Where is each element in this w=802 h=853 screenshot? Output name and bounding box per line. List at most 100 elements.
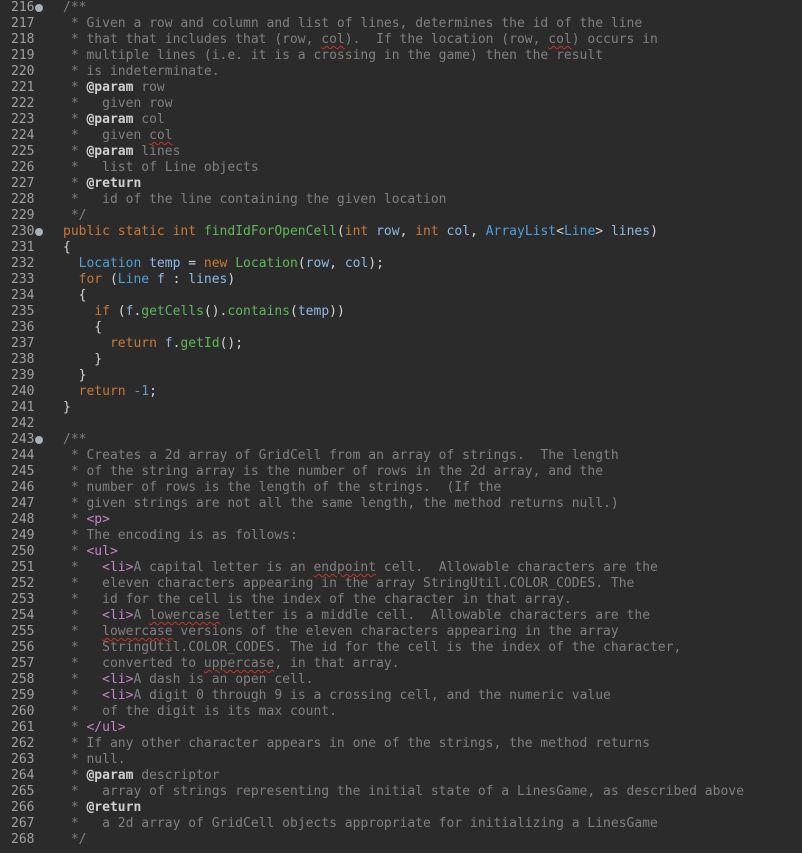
- code-text[interactable]: }: [63, 352, 102, 368]
- code-text[interactable]: Location temp = new Location(row, col);: [63, 256, 384, 272]
- code-text[interactable]: return -1;: [63, 384, 157, 400]
- code-line[interactable]: 260 * of the digit is its max count.: [0, 704, 802, 720]
- code-text[interactable]: * @param col: [63, 112, 165, 128]
- code-text[interactable]: * eleven characters appearing in the arr…: [63, 576, 635, 592]
- code-text[interactable]: * lowercase versions of the eleven chara…: [63, 624, 619, 640]
- code-text[interactable]: * Creates a 2d array of GridCell from an…: [63, 448, 619, 464]
- code-text[interactable]: */: [63, 208, 87, 224]
- code-line[interactable]: 235 if (f.getCells().contains(temp)): [0, 304, 802, 320]
- code-line[interactable]: 240 return -1;: [0, 384, 802, 400]
- code-line[interactable]: 239 }: [0, 368, 802, 384]
- code-text[interactable]: * converted to uppercase, in that array.: [63, 656, 400, 672]
- code-text[interactable]: * If any other character appears in one …: [63, 736, 650, 752]
- code-line[interactable]: 237 return f.getId();: [0, 336, 802, 352]
- code-text[interactable]: * number of rows is the length of the st…: [63, 480, 501, 496]
- code-text[interactable]: * StringUtil.COLOR_CODES. The id for the…: [63, 640, 682, 656]
- code-text[interactable]: for (Line f : lines): [63, 272, 236, 288]
- code-text[interactable]: * @param descriptor: [63, 768, 220, 784]
- code-text[interactable]: * <p>: [63, 512, 110, 528]
- code-line[interactable]: 265 * array of strings representing the …: [0, 784, 802, 800]
- code-line[interactable]: 266 * @return: [0, 800, 802, 816]
- code-line[interactable]: 252 * eleven characters appearing in the…: [0, 576, 802, 592]
- code-line[interactable]: 257 * converted to uppercase, in that ar…: [0, 656, 802, 672]
- code-line[interactable]: 236 {: [0, 320, 802, 336]
- code-line[interactable]: 267 * a 2d array of GridCell objects app…: [0, 816, 802, 832]
- code-line[interactable]: 248 * <p>: [0, 512, 802, 528]
- fold-toggle-icon[interactable]: [35, 228, 43, 236]
- code-text[interactable]: * @return: [63, 176, 141, 192]
- code-line[interactable]: 262 * If any other character appears in …: [0, 736, 802, 752]
- code-line[interactable]: 219 * multiple lines (i.e. it is a cross…: [0, 48, 802, 64]
- code-text[interactable]: }: [63, 368, 87, 384]
- code-line[interactable]: 233 for (Line f : lines): [0, 272, 802, 288]
- code-text[interactable]: * null.: [63, 752, 126, 768]
- code-text[interactable]: * given row: [63, 96, 173, 112]
- code-line[interactable]: 243 /**: [0, 432, 802, 448]
- code-text[interactable]: * <li>A dash is an open cell.: [63, 672, 314, 688]
- code-text[interactable]: }: [63, 400, 71, 416]
- code-text[interactable]: * array of strings representing the init…: [63, 784, 744, 800]
- code-line[interactable]: 244 * Creates a 2d array of GridCell fro…: [0, 448, 802, 464]
- code-line[interactable]: 268 */: [0, 832, 802, 848]
- code-line[interactable]: 224 * given col: [0, 128, 802, 144]
- code-line[interactable]: 229 */: [0, 208, 802, 224]
- code-text[interactable]: {: [63, 288, 87, 304]
- code-text[interactable]: * @return: [63, 800, 141, 816]
- code-line[interactable]: 230 public static int findIdForOpenCell(i…: [0, 224, 802, 240]
- code-line[interactable]: 241}: [0, 400, 802, 416]
- code-line[interactable]: 247 * given strings are not all the same…: [0, 496, 802, 512]
- code-text[interactable]: */: [63, 832, 87, 848]
- code-text[interactable]: if (f.getCells().contains(temp)): [63, 304, 345, 320]
- code-line[interactable]: 234 {: [0, 288, 802, 304]
- code-line[interactable]: 251 * <li>A capital letter is an endpoin…: [0, 560, 802, 576]
- code-line[interactable]: 231 {: [0, 240, 802, 256]
- code-text[interactable]: * given col: [63, 128, 173, 144]
- code-line[interactable]: 242: [0, 416, 802, 432]
- code-line[interactable]: 226 * list of Line objects: [0, 160, 802, 176]
- code-line[interactable]: 259 * <li>A digit 0 through 9 is a cross…: [0, 688, 802, 704]
- code-line[interactable]: 249 * The encoding is as follows:: [0, 528, 802, 544]
- code-line[interactable]: 232 Location temp = new Location(row, co…: [0, 256, 802, 272]
- code-line[interactable]: 253 * id for the cell is the index of th…: [0, 592, 802, 608]
- code-line[interactable]: 228 * id of the line containing the give…: [0, 192, 802, 208]
- code-text[interactable]: * <li>A lowercase letter is a middle cel…: [63, 608, 650, 624]
- code-line[interactable]: 220 * is indeterminate.: [0, 64, 802, 80]
- code-text[interactable]: * The encoding is as follows:: [63, 528, 298, 544]
- code-line[interactable]: 264 * @param descriptor: [0, 768, 802, 784]
- code-line[interactable]: 263 * null.: [0, 752, 802, 768]
- code-line[interactable]: 250 * <ul>: [0, 544, 802, 560]
- code-line[interactable]: 254 * <li>A lowercase letter is a middle…: [0, 608, 802, 624]
- code-text[interactable]: * id of the line containing the given lo…: [63, 192, 447, 208]
- fold-toggle-icon[interactable]: [35, 436, 43, 444]
- code-line[interactable]: 258 * <li>A dash is an open cell.: [0, 672, 802, 688]
- code-text[interactable]: /**: [63, 0, 86, 16]
- code-line[interactable]: 225 * @param lines: [0, 144, 802, 160]
- code-line[interactable]: 216 /**: [0, 0, 802, 16]
- code-text[interactable]: {: [63, 240, 71, 256]
- fold-toggle-icon[interactable]: [35, 4, 43, 12]
- code-text[interactable]: * id for the cell is the index of the ch…: [63, 592, 572, 608]
- code-text[interactable]: * @param lines: [63, 144, 181, 160]
- code-text[interactable]: /**: [63, 432, 86, 448]
- code-text[interactable]: * <li>A capital letter is an endpoint ce…: [63, 560, 658, 576]
- code-text[interactable]: * of the digit is its max count.: [63, 704, 337, 720]
- code-text[interactable]: public static int findIdForOpenCell(int …: [63, 224, 658, 240]
- code-line[interactable]: 246 * number of rows is the length of th…: [0, 480, 802, 496]
- code-text[interactable]: * of the string array is the number of r…: [63, 464, 603, 480]
- code-text[interactable]: * a 2d array of GridCell objects appropr…: [63, 816, 658, 832]
- code-line[interactable]: 227 * @return: [0, 176, 802, 192]
- code-line[interactable]: 223 * @param col: [0, 112, 802, 128]
- code-line[interactable]: 255 * lowercase versions of the eleven c…: [0, 624, 802, 640]
- code-text[interactable]: * </ul>: [63, 720, 126, 736]
- code-text[interactable]: * multiple lines (i.e. it is a crossing …: [63, 48, 603, 64]
- code-text[interactable]: * <li>A digit 0 through 9 is a crossing …: [63, 688, 611, 704]
- code-line[interactable]: 245 * of the string array is the number …: [0, 464, 802, 480]
- code-line[interactable]: 238 }: [0, 352, 802, 368]
- code-text[interactable]: * <ul>: [63, 544, 118, 560]
- code-text[interactable]: * that that includes that (row, col). If…: [63, 32, 658, 48]
- code-text[interactable]: {: [63, 320, 102, 336]
- code-line[interactable]: 218 * that that includes that (row, col)…: [0, 32, 802, 48]
- code-line[interactable]: 217 * Given a row and column and list of…: [0, 16, 802, 32]
- code-text[interactable]: return f.getId();: [63, 336, 243, 352]
- code-text[interactable]: * is indeterminate.: [63, 64, 220, 80]
